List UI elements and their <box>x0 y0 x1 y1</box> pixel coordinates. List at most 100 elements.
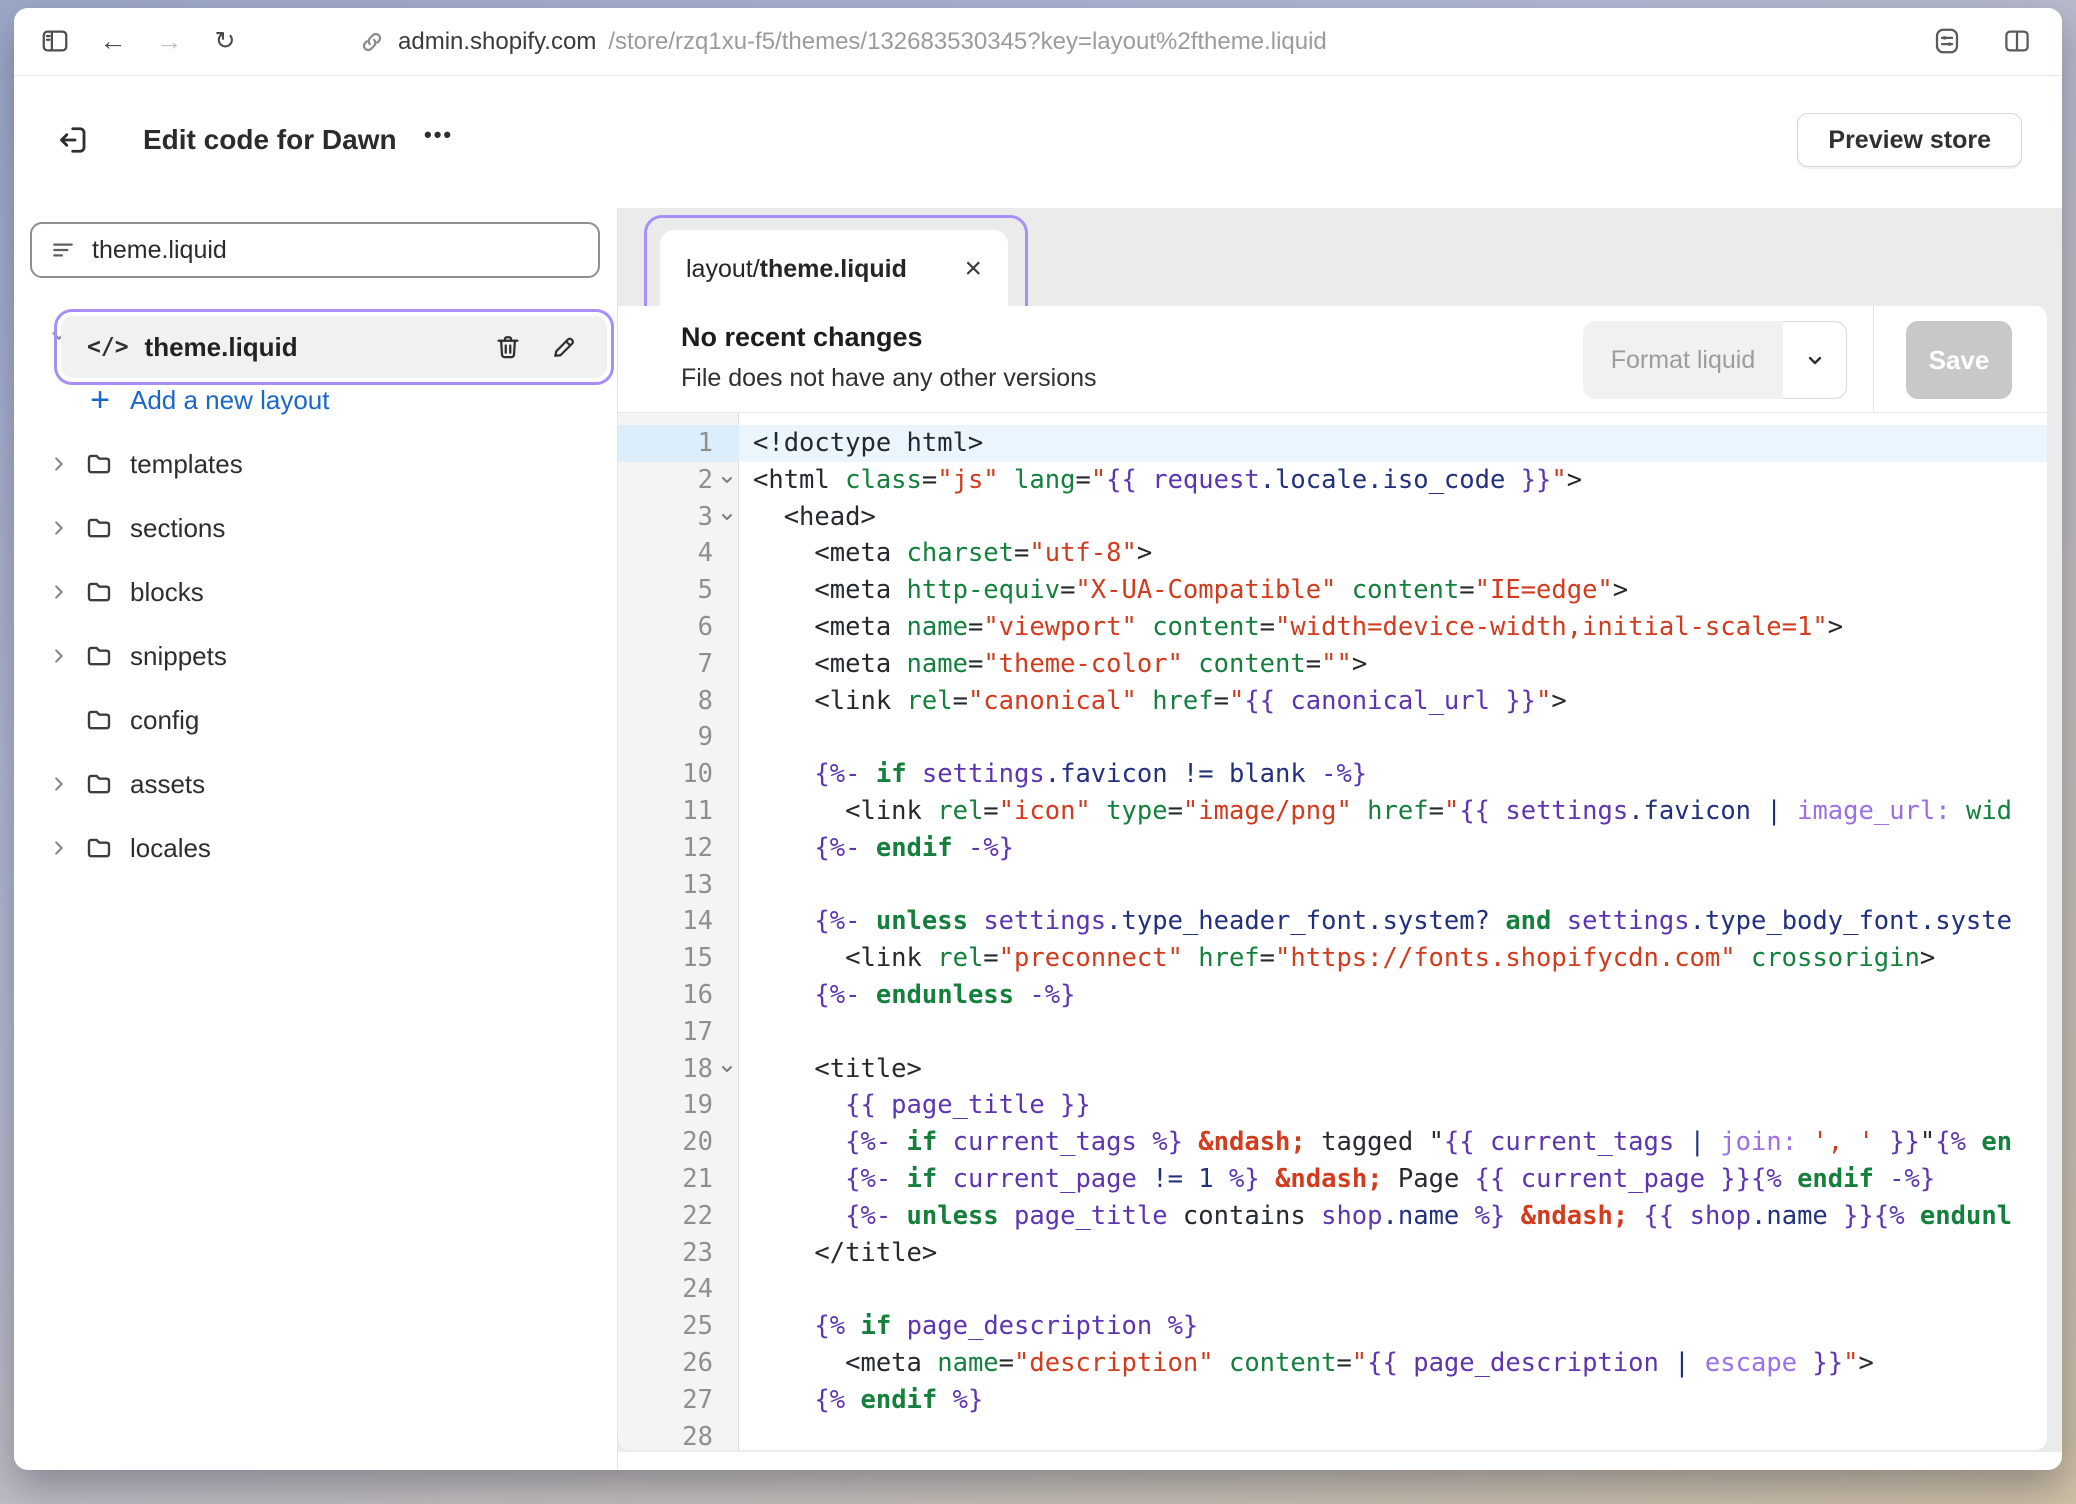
code-text: <link rel="preconnect" href="https://fon… <box>739 940 2047 977</box>
line-number: 13 <box>618 867 739 904</box>
code-text <box>739 719 2047 756</box>
code-line-2[interactable]: 2<html class="js" lang="{{ request.local… <box>618 462 2047 499</box>
code-line-28[interactable]: 28 <box>618 1419 2047 1450</box>
tree-item-label: templates <box>130 449 243 480</box>
folder-icon <box>84 577 116 607</box>
address-bar[interactable]: admin.shopify.com/store/rzq1xu-f5/themes… <box>358 8 1327 75</box>
code-line-25[interactable]: 25 {% if page_description %} <box>618 1308 2047 1345</box>
page-settings-icon[interactable] <box>1930 22 1964 60</box>
reload-button[interactable]: ↻ <box>208 22 242 60</box>
code-text <box>739 1271 2047 1308</box>
tree-item-templates[interactable]: templates <box>14 432 617 496</box>
code-text: <meta name="viewport" content="width=dev… <box>739 609 2047 646</box>
line-number: 10 <box>618 756 739 793</box>
code-line-12[interactable]: 12 {%- endif -%} <box>618 830 2047 867</box>
chevron-right-icon[interactable] <box>48 773 72 795</box>
code-text: {%- if settings.favicon != blank -%} <box>739 756 2047 793</box>
format-liquid-button[interactable]: Format liquid <box>1583 321 1783 399</box>
tree-item-assets[interactable]: assets <box>14 752 617 816</box>
tree-item-locales[interactable]: locales <box>14 816 617 880</box>
code-line-4[interactable]: 4 <meta charset="utf-8"> <box>618 535 2047 572</box>
tree-item-label: assets <box>130 769 205 800</box>
line-number: 19 <box>618 1087 739 1124</box>
file-tree: layout+Add a new layout</>theme.liquidte… <box>14 304 617 880</box>
sidebar-toggle-icon[interactable] <box>38 22 72 60</box>
page-title: Edit code for Dawn <box>143 124 397 156</box>
code-text: <head> <box>739 499 2047 536</box>
code-text: </title> <box>739 1235 2047 1272</box>
tree-item-blocks[interactable]: blocks <box>14 560 617 624</box>
code-line-23[interactable]: 23 </title> <box>618 1235 2047 1272</box>
tab-close-icon[interactable]: × <box>964 254 982 284</box>
tree-item-label: config <box>130 705 199 736</box>
code-line-6[interactable]: 6 <meta name="viewport" content="width=d… <box>618 609 2047 646</box>
code-line-24[interactable]: 24 <box>618 1271 2047 1308</box>
code-line-22[interactable]: 22 {%- unless page_title contains shop.n… <box>618 1198 2047 1235</box>
back-button[interactable]: ← <box>96 22 130 60</box>
code-editor[interactable]: 1<!doctype html>2<html class="js" lang="… <box>618 413 2047 1450</box>
url-path: /store/rzq1xu-f5/themes/132683530345?key… <box>608 28 1326 56</box>
more-menu-button[interactable]: ••• <box>414 116 463 154</box>
split-view-icon[interactable] <box>2000 22 2034 60</box>
line-number: 5 <box>618 572 739 609</box>
chevron-right-icon[interactable] <box>48 517 72 539</box>
code-line-21[interactable]: 21 {%- if current_page != 1 %} &ndash; P… <box>618 1161 2047 1198</box>
line-number: 26 <box>618 1345 739 1382</box>
selected-file-annotation-outline: </>theme.liquid <box>54 309 614 385</box>
code-line-11[interactable]: 11 <link rel="icon" type="image/png" hre… <box>618 793 2047 830</box>
chevron-right-icon[interactable] <box>48 837 72 859</box>
chevron-right-icon[interactable] <box>48 645 72 667</box>
code-line-14[interactable]: 14 {%- unless settings.type_header_font.… <box>618 903 2047 940</box>
delete-file-icon[interactable] <box>493 332 523 362</box>
code-text: {% endif %} <box>739 1382 2047 1419</box>
editor-pane: layout/theme.liquid × No recent changes … <box>618 208 2062 1470</box>
code-line-5[interactable]: 5 <meta http-equiv="X-UA-Compatible" con… <box>618 572 2047 609</box>
save-button[interactable]: Save <box>1906 321 2012 399</box>
code-line-20[interactable]: 20 {%- if current_tags %} &ndash; tagged… <box>618 1124 2047 1161</box>
tree-item-snippets[interactable]: snippets <box>14 624 617 688</box>
preview-store-button[interactable]: Preview store <box>1797 113 2022 167</box>
tree-item-config[interactable]: config <box>14 688 617 752</box>
code-line-9[interactable]: 9 <box>618 719 2047 756</box>
line-number: 2 <box>618 462 739 499</box>
code-line-3[interactable]: 3 <head> <box>618 499 2047 536</box>
code-line-15[interactable]: 15 <link rel="preconnect" href="https://… <box>618 940 2047 977</box>
code-line-7[interactable]: 7 <meta name="theme-color" content=""> <box>618 646 2047 683</box>
code-line-17[interactable]: 17 <box>618 1014 2047 1051</box>
code-line-19[interactable]: 19 {{ page_title }} <box>618 1087 2047 1124</box>
fold-chevron-icon[interactable] <box>719 1061 737 1079</box>
line-number: 24 <box>618 1271 739 1308</box>
tree-item-label: blocks <box>130 577 204 608</box>
code-line-10[interactable]: 10 {%- if settings.favicon != blank -%} <box>618 756 2047 793</box>
fold-chevron-icon[interactable] <box>719 509 737 527</box>
format-options-dropdown[interactable] <box>1783 321 1847 399</box>
fold-chevron-icon[interactable] <box>719 472 737 490</box>
line-number: 16 <box>618 977 739 1014</box>
rename-file-icon[interactable] <box>549 332 579 362</box>
file-search-box[interactable] <box>30 222 600 278</box>
code-line-13[interactable]: 13 <box>618 867 2047 904</box>
line-number: 1 <box>618 425 739 462</box>
tree-item-theme.liquid[interactable]: </>theme.liquid <box>61 316 607 378</box>
code-text: <html class="js" lang="{{ request.locale… <box>739 462 2047 499</box>
forward-button[interactable]: → <box>152 22 186 60</box>
tree-action-label: Add a new layout <box>130 385 329 416</box>
code-line-27[interactable]: 27 {% endif %} <box>618 1382 2047 1419</box>
code-line-26[interactable]: 26 <meta name="description" content="{{ … <box>618 1345 2047 1382</box>
code-line-1[interactable]: 1<!doctype html> <box>618 425 2047 462</box>
code-line-16[interactable]: 16 {%- endunless -%} <box>618 977 2047 1014</box>
line-number: 15 <box>618 940 739 977</box>
code-line-8[interactable]: 8 <link rel="canonical" href="{{ canonic… <box>618 683 2047 720</box>
exit-icon[interactable] <box>54 122 90 158</box>
chevron-right-icon[interactable] <box>48 453 72 475</box>
line-number: 7 <box>618 646 739 683</box>
tab-theme-liquid[interactable]: layout/theme.liquid × <box>660 230 1008 308</box>
code-line-18[interactable]: 18 <title> <box>618 1051 2047 1088</box>
tree-item-sections[interactable]: sections <box>14 496 617 560</box>
desktop: ← → ↻ admin.shopify.com/store/rzq1xu-f5/… <box>0 0 2076 1504</box>
search-input[interactable] <box>90 235 580 266</box>
line-number: 9 <box>618 719 739 756</box>
chevron-right-icon[interactable] <box>48 581 72 603</box>
code-text: {%- if current_tags %} &ndash; tagged "{… <box>739 1124 2047 1161</box>
folder-icon <box>84 705 116 735</box>
